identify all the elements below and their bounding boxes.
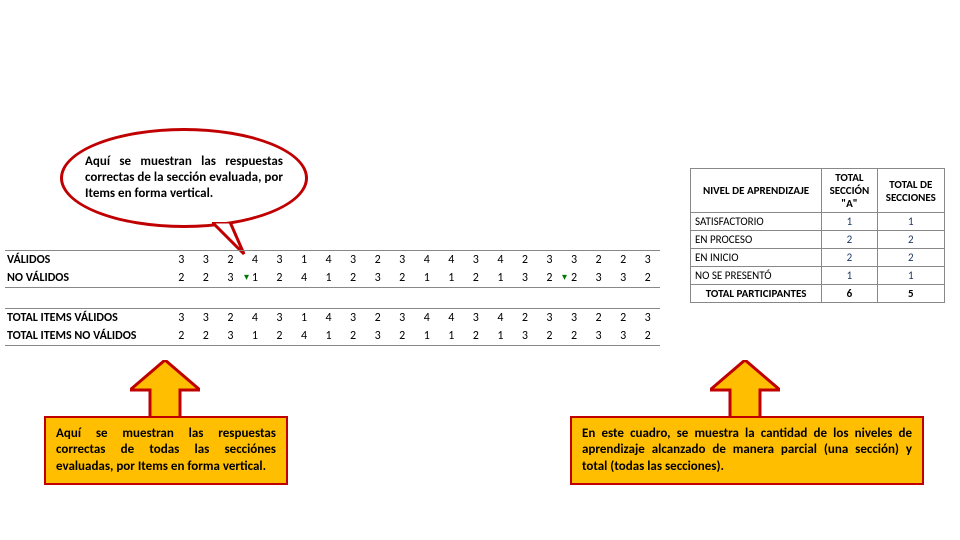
callout-right-text: En este cuadro, se muestra la cantidad d…	[582, 426, 912, 474]
nivel-table-wrap: NIVEL DE APRENDIZAJE TOTALSECCIÓN"A" TOT…	[690, 168, 945, 303]
callout-right-box: En este cuadro, se muestra la cantidad d…	[570, 416, 924, 485]
callout-top-text: Aquí se muestran las respuestas correcta…	[85, 154, 283, 203]
table-header-row: NIVEL DE APRENDIZAJE TOTALSECCIÓN"A" TOT…	[691, 169, 945, 213]
row-label: NO VÁLIDOS	[5, 269, 169, 288]
nivel-table: NIVEL DE APRENDIZAJE TOTALSECCIÓN"A" TOT…	[690, 168, 945, 303]
items-table-section: VÁLIDOS 33243143234434233223 NO VÁLIDOS …	[5, 250, 660, 346]
table-row: SATISFACTORIO11	[691, 213, 945, 231]
col-header: TOTAL DESECCIONES	[877, 169, 944, 213]
callout-left-box: Aquí se muestran las respuestas correcta…	[44, 416, 288, 485]
arrow-up-left-icon	[130, 360, 200, 418]
table-row: NO SE PRESENTÓ11	[691, 267, 945, 285]
row-label: VÁLIDOS	[5, 251, 169, 270]
table-row: VÁLIDOS 33243143234434233223	[5, 251, 660, 270]
table-row: TOTAL ITEMS NO VÁLIDOS 22312412321121322…	[5, 327, 660, 346]
table-row: NO VÁLIDOS 22312412321121322332	[5, 269, 660, 288]
row-label: TOTAL ITEMS VÁLIDOS	[5, 309, 169, 328]
table-row: TOTAL ITEMS VÁLIDOS 33243143234434233223	[5, 309, 660, 328]
callout-left-text: Aquí se muestran las respuestas correcta…	[56, 426, 276, 474]
table-row: EN INICIO22	[691, 249, 945, 267]
arrow-up-right-icon	[710, 360, 780, 418]
table-row-total: TOTAL PARTICIPANTES65	[691, 285, 945, 303]
items-tables: VÁLIDOS 33243143234434233223 NO VÁLIDOS …	[5, 250, 660, 346]
callout-top-bubble: Aquí se muestran las respuestas correcta…	[60, 128, 308, 228]
col-header: TOTALSECCIÓN"A"	[822, 169, 877, 213]
spacer-row	[5, 288, 660, 309]
col-header: NIVEL DE APRENDIZAJE	[691, 169, 822, 213]
row-label: TOTAL ITEMS NO VÁLIDOS	[5, 327, 169, 346]
table-row: EN PROCESO22	[691, 231, 945, 249]
